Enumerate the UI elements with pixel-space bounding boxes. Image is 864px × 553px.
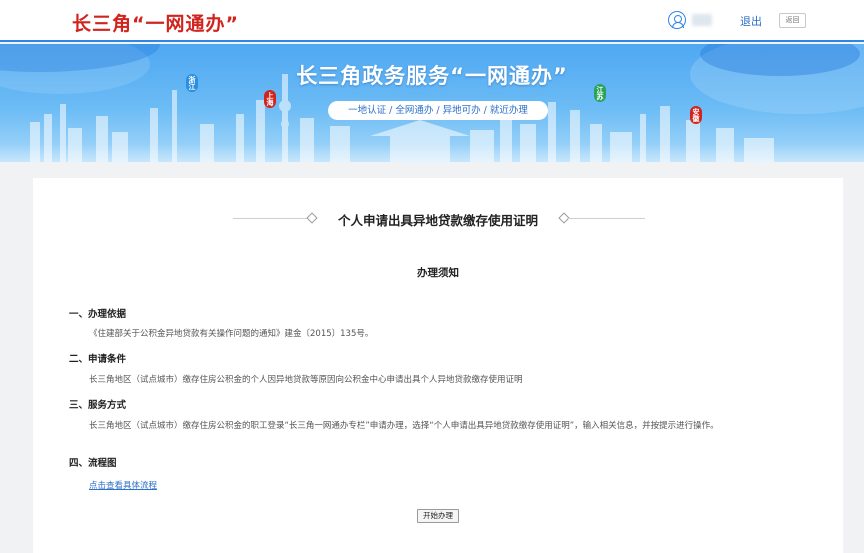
notice-heading: 办理须知 [417, 267, 459, 279]
user-avatar-icon[interactable] [668, 11, 686, 29]
start-button[interactable]: 开始办理 [417, 509, 459, 523]
logout-link[interactable]: 退出 [740, 13, 762, 29]
content-card: 个人申请出具异地贷款缴存使用证明 办理须知 一、办理依据 《住建部关于公积金异地… [33, 178, 843, 553]
section-body-basis: 《住建部关于公积金异地贷款有关操作问题的通知》建金〔2015〕135号。 [89, 329, 374, 339]
section-heading-conditions: 二、申请条件 [69, 354, 127, 365]
top-bar: 长三角“一网通办” 退出 返回 [0, 0, 864, 42]
section-heading-service: 三、服务方式 [69, 400, 127, 411]
section-body-service: 长三角地区（试点城市）缴存住房公积金的职工登录“长三角一网通办专栏”申请办理，选… [89, 421, 719, 431]
province-badge-shanghai: 上海 [264, 90, 276, 108]
banner-slogan: 一地认证 / 全网通办 / 异地可办 / 就近办理 [328, 101, 548, 120]
title-divider-right [567, 218, 645, 219]
user-name-blurred [692, 14, 712, 26]
province-badge-anhui: 安徽 [690, 106, 702, 124]
back-button[interactable]: 返回 [779, 13, 806, 28]
view-flow-link[interactable]: 点击查看具体流程 [89, 479, 157, 491]
section-body-conditions: 长三角地区（试点城市）缴存住房公积金的个人因异地贷款等原因向公积金中心申请出具个… [89, 375, 523, 385]
site-logo[interactable]: 长三角“一网通办” [72, 9, 239, 36]
banner-title: 长三角政务服务“一网通办” [296, 64, 568, 88]
section-heading-flowchart: 四、流程图 [69, 458, 117, 469]
page-title: 个人申请出具异地贷款缴存使用证明 [337, 213, 538, 228]
hero-banner: 浙江 上海 江苏 安徽 长三角政务服务“一网通办” 一地认证 / 全网通办 / … [0, 44, 864, 162]
section-heading-basis: 一、办理依据 [69, 309, 127, 320]
